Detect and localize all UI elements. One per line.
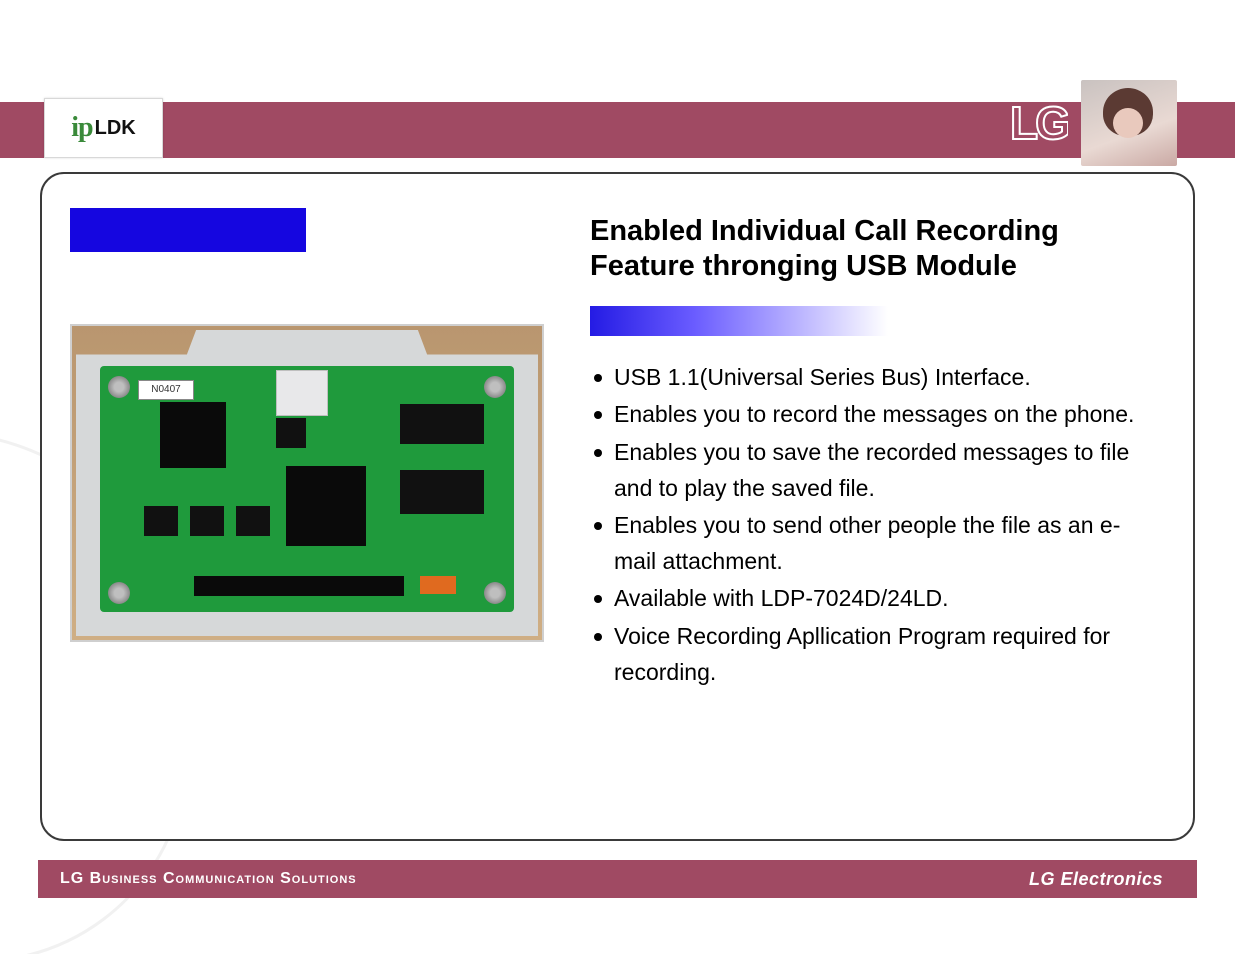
circuit-board-image: N0407 — [70, 324, 544, 642]
logo-ldk-text: LDK — [95, 117, 136, 140]
bullet-item: Voice Recording Apllication Program requ… — [590, 619, 1153, 690]
footer-band: LG Business Communication Solutions LG E… — [38, 860, 1197, 898]
bullet-item: USB 1.1(Universal Series Bus) Interface. — [590, 360, 1153, 396]
footer-right-text: LG Electronics — [1029, 869, 1163, 890]
bullet-item: Enables you to record the messages on th… — [590, 397, 1153, 433]
svg-text:LG: LG — [1010, 99, 1068, 149]
bullet-item: Enables you to save the recorded message… — [590, 435, 1153, 506]
lg-outline-logo: LG — [1010, 99, 1068, 151]
logo-ip-text: ip — [71, 112, 92, 144]
ipldk-logo: ip LDK — [44, 98, 163, 158]
bullet-item: Available with LDP-7024D/24LD. — [590, 581, 1153, 617]
bullet-item: Enables you to send other people the fil… — [590, 508, 1153, 579]
slide-heading: Enabled Individual Call Recording Featur… — [590, 214, 1153, 284]
portrait-image — [1081, 80, 1177, 166]
footer-left-text: LG Business Communication Solutions — [60, 870, 357, 888]
content-panel: N0407 Enabled Individual Call Recording … — [40, 172, 1195, 841]
left-column: N0407 — [70, 208, 550, 819]
blue-title-block — [70, 208, 306, 252]
pcb-sticker: N0407 — [138, 380, 194, 400]
right-column: Enabled Individual Call Recording Featur… — [590, 208, 1153, 819]
bullet-list: USB 1.1(Universal Series Bus) Interface.… — [590, 360, 1153, 691]
gradient-bar — [590, 306, 888, 336]
